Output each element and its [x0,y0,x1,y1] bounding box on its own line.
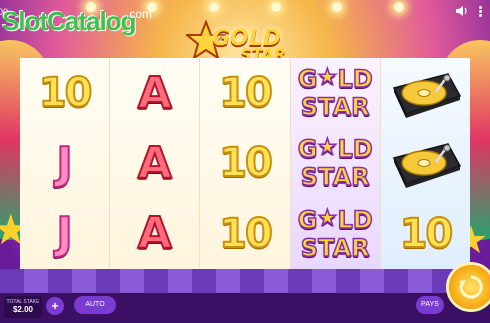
symbol-a: A [137,137,173,190]
turntable-icon [393,143,462,189]
reel-cell: 10 [200,58,289,128]
symbol-ten: 10 [218,69,274,117]
reel-cell [381,58,470,128]
reel-5: 10 [379,58,471,269]
reel-cell: 10 [381,199,470,269]
symbol-gold-star: G ★ LD STAR [297,64,374,122]
paytable-button[interactable]: PAYS [416,296,444,314]
reel-cell: A [110,58,199,128]
light-bulb [270,2,281,12]
light-bulb [394,2,405,12]
reel-cell: 10 [200,199,289,269]
menu-dots-icon[interactable] [474,5,486,17]
watermark-tld: .com [126,7,153,21]
reel-cell: G ★ LD STAR [291,199,380,269]
gold-star-word1: G [297,135,318,165]
total-stake-value: $2.00 [12,305,34,314]
reel-4: G ★ LD STAR G ★ LD STAR G ★ LD STAR [289,58,380,269]
symbol-ten: 10 [218,210,274,258]
reel-cell: J [20,199,109,269]
symbol-a: A [137,207,173,260]
reel-2: A A A [109,58,200,269]
symbol-j: J [55,207,73,260]
symbol-ten: 10 [218,139,274,187]
watermark-brand: SlotCatalog [2,6,136,36]
reel-cell: 10 [20,58,109,128]
star-icon: ★ [317,64,338,91]
gold-star-word2: STAR [300,163,370,193]
gold-star-word1-end: LD [337,205,374,235]
turntable-icon [393,73,462,119]
reel-cell [381,128,470,198]
gold-star-word1-end: LD [337,64,374,94]
symbol-j: J [55,137,73,190]
symbol-ten: 10 [399,210,455,258]
total-stake-display[interactable]: TOTAL STAKE $2.00 [4,296,42,318]
disco-floor [0,269,490,293]
light-bulb [332,2,343,12]
reel-3: 10 10 10 [199,58,290,269]
symbol-gold-star: G ★ LD STAR [297,205,374,263]
speaker-icon[interactable] [455,5,469,17]
reel-cell: G ★ LD STAR [291,58,380,128]
autoplay-button[interactable]: AUTO [74,296,116,314]
gold-star-word1: G [297,64,318,94]
symbol-a: A [137,67,173,120]
spin-button[interactable] [449,265,490,309]
reel-cell: A [110,128,199,198]
reel-cell: G ★ LD STAR [291,128,380,198]
reel-grid: 10 J J A A A 10 10 10 G★LD STAR G★LD [20,58,471,269]
increase-stake-button[interactable]: + [46,297,64,315]
light-bulb [209,2,220,12]
gold-star-word1-end: LD [337,135,374,165]
reel-1: 10 J J [20,58,110,269]
reel-cell: J [20,128,109,198]
gold-star-word1: G [297,205,318,235]
symbol-gold-star: G ★ LD STAR [297,135,374,193]
gold-star-word2: STAR [300,233,370,263]
symbol-ten: 10 [38,69,94,117]
gold-star-word2: STAR [300,92,370,122]
spin-arrows-icon [459,275,483,299]
game-stage: ★ ★ 00 SlotCatalog .com GOLD STAR 10 J J… [0,0,490,323]
reel-cell: 10 [200,128,289,198]
reel-cell: A [110,199,199,269]
star-icon: ★ [317,135,338,162]
star-icon: ★ [317,205,338,232]
